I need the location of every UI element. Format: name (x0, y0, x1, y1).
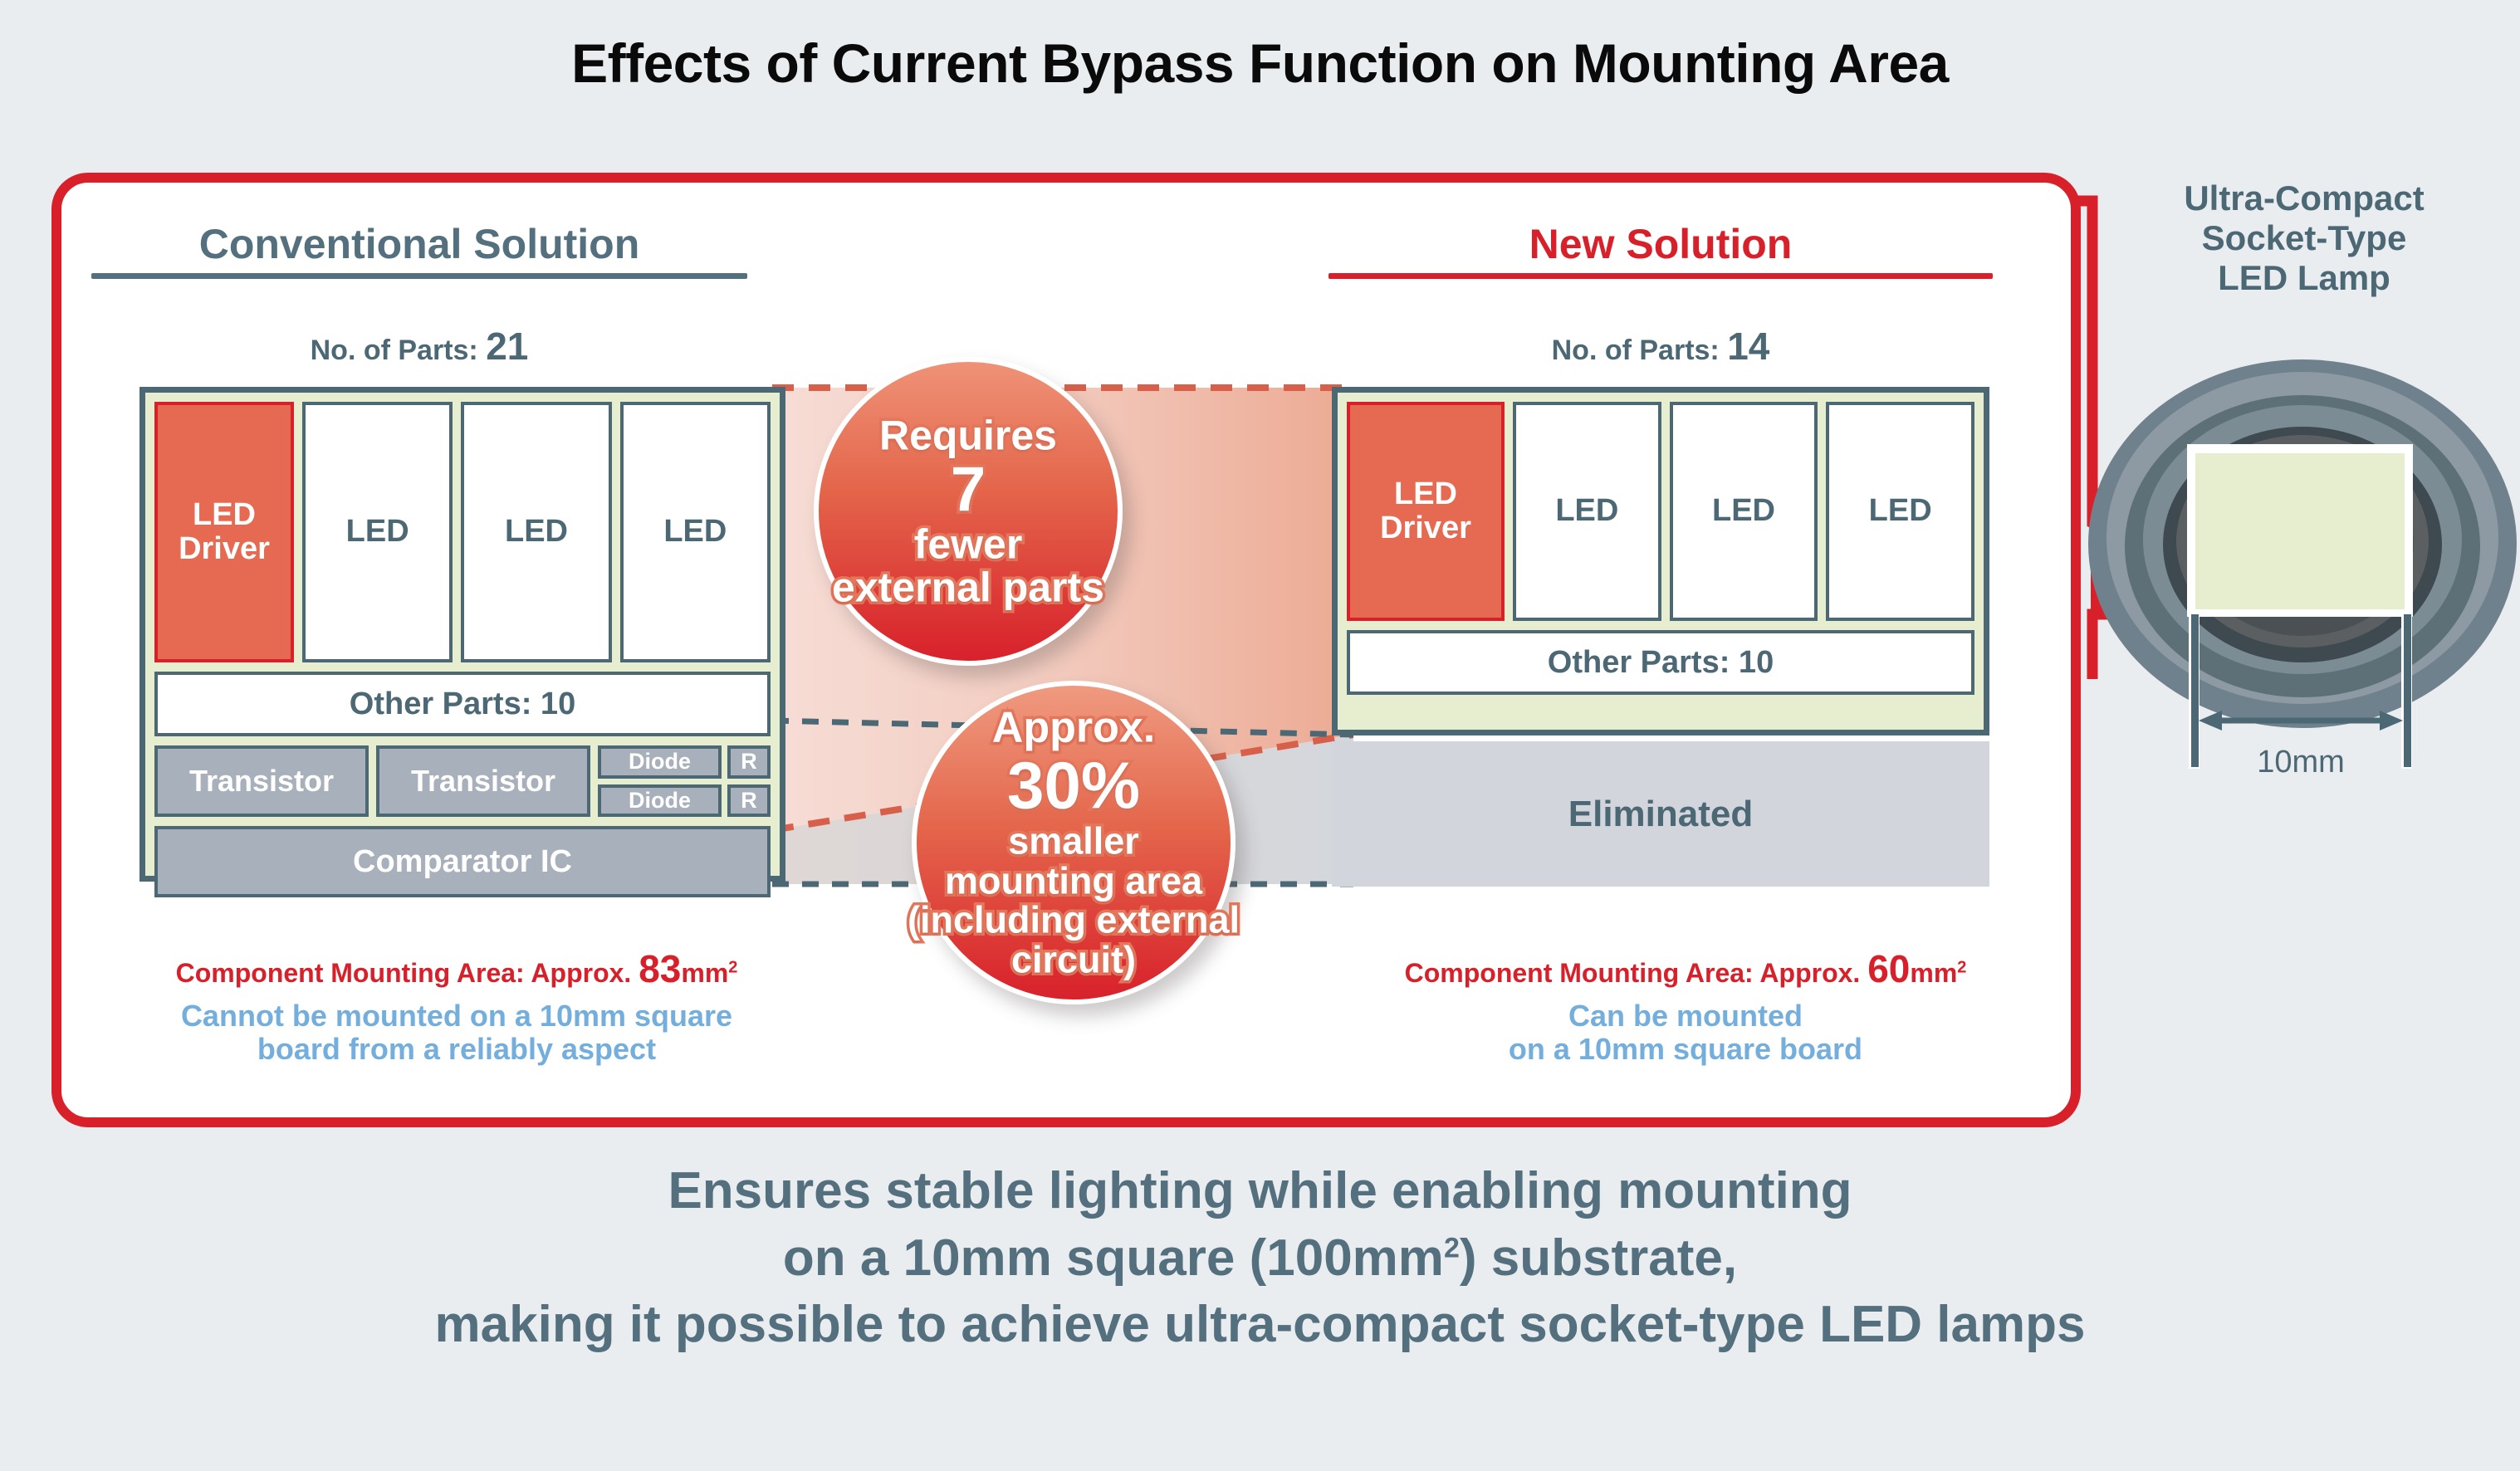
new-solution-parts-label: No. of Parts: (1551, 335, 1728, 366)
conventional-board: LED Driver LED LED LED Other Parts: 10 T… (139, 387, 785, 897)
conventional-diode-2: Diode (598, 784, 722, 817)
new-solution-area-unit: mm (1910, 958, 1958, 988)
conventional-parts-value: 21 (486, 325, 529, 368)
fewer-parts-number: 7 (947, 454, 988, 525)
new-solution-mounting-area: Component Mounting Area: Approx. 60mm2 (1270, 946, 2101, 991)
conventional-discrete-row: Transistor Transistor Diode R Diode R (154, 745, 771, 817)
new-solution-heading: New Solution (1329, 222, 1993, 279)
conventional-note-line1: Cannot be mounted on a 10mm square (180, 999, 733, 1033)
smaller-area-line5: circuit) (1008, 937, 1138, 982)
conventional-led-2: LED (461, 402, 612, 662)
fewer-parts-bubble: Requires 7 fewer external parts (814, 357, 1123, 666)
infographic-root: Effects of Current Bypass Function on Mo… (0, 0, 2520, 1471)
lamp-dimension-label: 10mm (2257, 745, 2345, 779)
conventional-diode-resistor-line-2: Diode R (598, 784, 771, 817)
led-lamp-illustration: 10mm (2088, 359, 2517, 779)
new-solution-led-1: LED (1513, 402, 1661, 621)
summary-caption: Ensures stable lighting while enabling m… (0, 1158, 2520, 1359)
new-solution-other-parts: Other Parts: 10 (1347, 630, 1974, 695)
smaller-area-line3: mounting area (942, 858, 1205, 903)
new-solution-mounting-note: Can be mounted on a 10mm square board (1270, 999, 2101, 1067)
conventional-parts-label: No. of Parts: (310, 335, 487, 366)
new-solution-driver-line1: LED (1394, 476, 1457, 511)
caption-line-2b: ) substrate, (1459, 1229, 1738, 1287)
conventional-parts-count: No. of Parts: 21 (91, 324, 747, 369)
smaller-area-percent: 30% (1004, 747, 1143, 823)
conventional-led-3: LED (619, 402, 771, 662)
conventional-resistor-1: R (727, 745, 771, 779)
caption-line-3: making it possible to achieve ultra-comp… (434, 1296, 2086, 1354)
fewer-parts-bubble-label: Requires 7 fewer external parts (829, 411, 1108, 612)
conventional-led-1: LED (302, 402, 453, 662)
new-solution-area-prefix: Component Mounting Area: Approx. (1404, 958, 1868, 988)
new-solution-note-line1: Can be mounted (1568, 999, 1803, 1033)
lamp-title-line3: LED Lamp (2218, 257, 2390, 297)
conventional-transistor-1: Transistor (154, 745, 369, 817)
new-solution-heading-rule (1329, 272, 1993, 279)
fewer-parts-line2: fewer (911, 520, 1025, 569)
fewer-parts-line1: Requires 7 (832, 411, 1104, 525)
conventional-area-value: 83 (639, 947, 682, 990)
new-solution-note-line2: on a 10mm square board (1508, 1032, 1863, 1067)
fewer-parts-line1-text: Requires (877, 411, 1060, 460)
conventional-footnote: Component Mounting Area: Approx. 83mm2 C… (66, 946, 847, 1067)
conventional-driver-line1: LED (193, 496, 256, 532)
new-solution-led-driver-block: LED Driver (1347, 402, 1505, 621)
caption-line-1: Ensures stable lighting while enabling m… (668, 1162, 1852, 1219)
conventional-other-parts: Other Parts: 10 (154, 672, 771, 736)
lamp-title-line2: Socket-Type (2201, 217, 2407, 257)
new-solution-area-value: 60 (1867, 947, 1911, 990)
new-solution-board: LED Driver LED LED LED Other Parts: 10 (1332, 387, 1989, 736)
conventional-heading: Conventional Solution (91, 222, 747, 279)
new-solution-parts-value: 14 (1727, 325, 1770, 368)
lamp-title: Ultra-Compact Socket-Type LED Lamp (2109, 178, 2499, 298)
smaller-area-bubble-label: Approx. 30% smaller mounting area (inclu… (904, 702, 1242, 983)
smaller-area-line4: (including external (904, 897, 1242, 942)
conventional-led-row: LED Driver LED LED LED (154, 402, 771, 662)
conventional-area-prefix: Component Mounting Area: Approx. (175, 958, 639, 988)
conventional-diode-resistor-stack: Diode R Diode R (598, 745, 771, 817)
conventional-mounting-note: Cannot be mounted on a 10mm square board… (66, 999, 847, 1067)
lamp-title-line1: Ultra-Compact (2184, 178, 2425, 217)
conventional-diode-resistor-line-1: Diode R (598, 745, 771, 779)
new-solution-led-row: LED Driver LED LED LED (1347, 402, 1975, 621)
conventional-area-unit: mm (681, 958, 729, 988)
new-solution-led-2: LED (1669, 402, 1818, 621)
new-solution-driver-line2: Driver (1380, 511, 1471, 545)
conventional-mounting-area: Component Mounting Area: Approx. 83mm2 (66, 946, 847, 991)
smaller-area-line1-text: Approx. (989, 702, 1157, 754)
conventional-led-driver-block: LED Driver (154, 402, 294, 662)
eliminated-area-block: Eliminated (1332, 741, 1989, 887)
caption-line-2-exponent: 2 (1443, 1231, 1460, 1263)
conventional-note-line2: board from a reliably aspect (257, 1032, 657, 1067)
new-solution-heading-text: New Solution (1529, 221, 1793, 267)
new-solution-footnote: Component Mounting Area: Approx. 60mm2 C… (1270, 946, 2101, 1067)
smaller-area-line2: smaller (1006, 819, 1143, 863)
smaller-area-bubble: Approx. 30% smaller mounting area (inclu… (904, 681, 1243, 1004)
caption-line-2: on a 10mm square (100mm2) substrate, (0, 1225, 2520, 1293)
new-solution-parts-count: No. of Parts: 14 (1329, 324, 1993, 369)
fewer-parts-line3: external parts (829, 563, 1108, 612)
caption-line-2a: on a 10mm square (100mm (782, 1229, 1444, 1287)
conventional-transistor-2: Transistor (376, 745, 590, 817)
conventional-heading-text: Conventional Solution (198, 221, 640, 267)
conventional-driver-line2: Driver (179, 531, 270, 566)
new-solution-led-3: LED (1826, 402, 1975, 621)
conventional-resistor-2: R (727, 784, 771, 817)
smaller-area-line1: Approx. 30% (908, 702, 1240, 824)
conventional-comparator-ic: Comparator IC (154, 826, 771, 897)
conventional-diode-1: Diode (598, 745, 722, 779)
new-solution-area-exponent: 2 (1957, 958, 1967, 977)
page-title: Effects of Current Bypass Function on Mo… (571, 32, 1949, 94)
conventional-area-exponent: 2 (728, 958, 738, 977)
conventional-heading-rule (91, 272, 747, 279)
